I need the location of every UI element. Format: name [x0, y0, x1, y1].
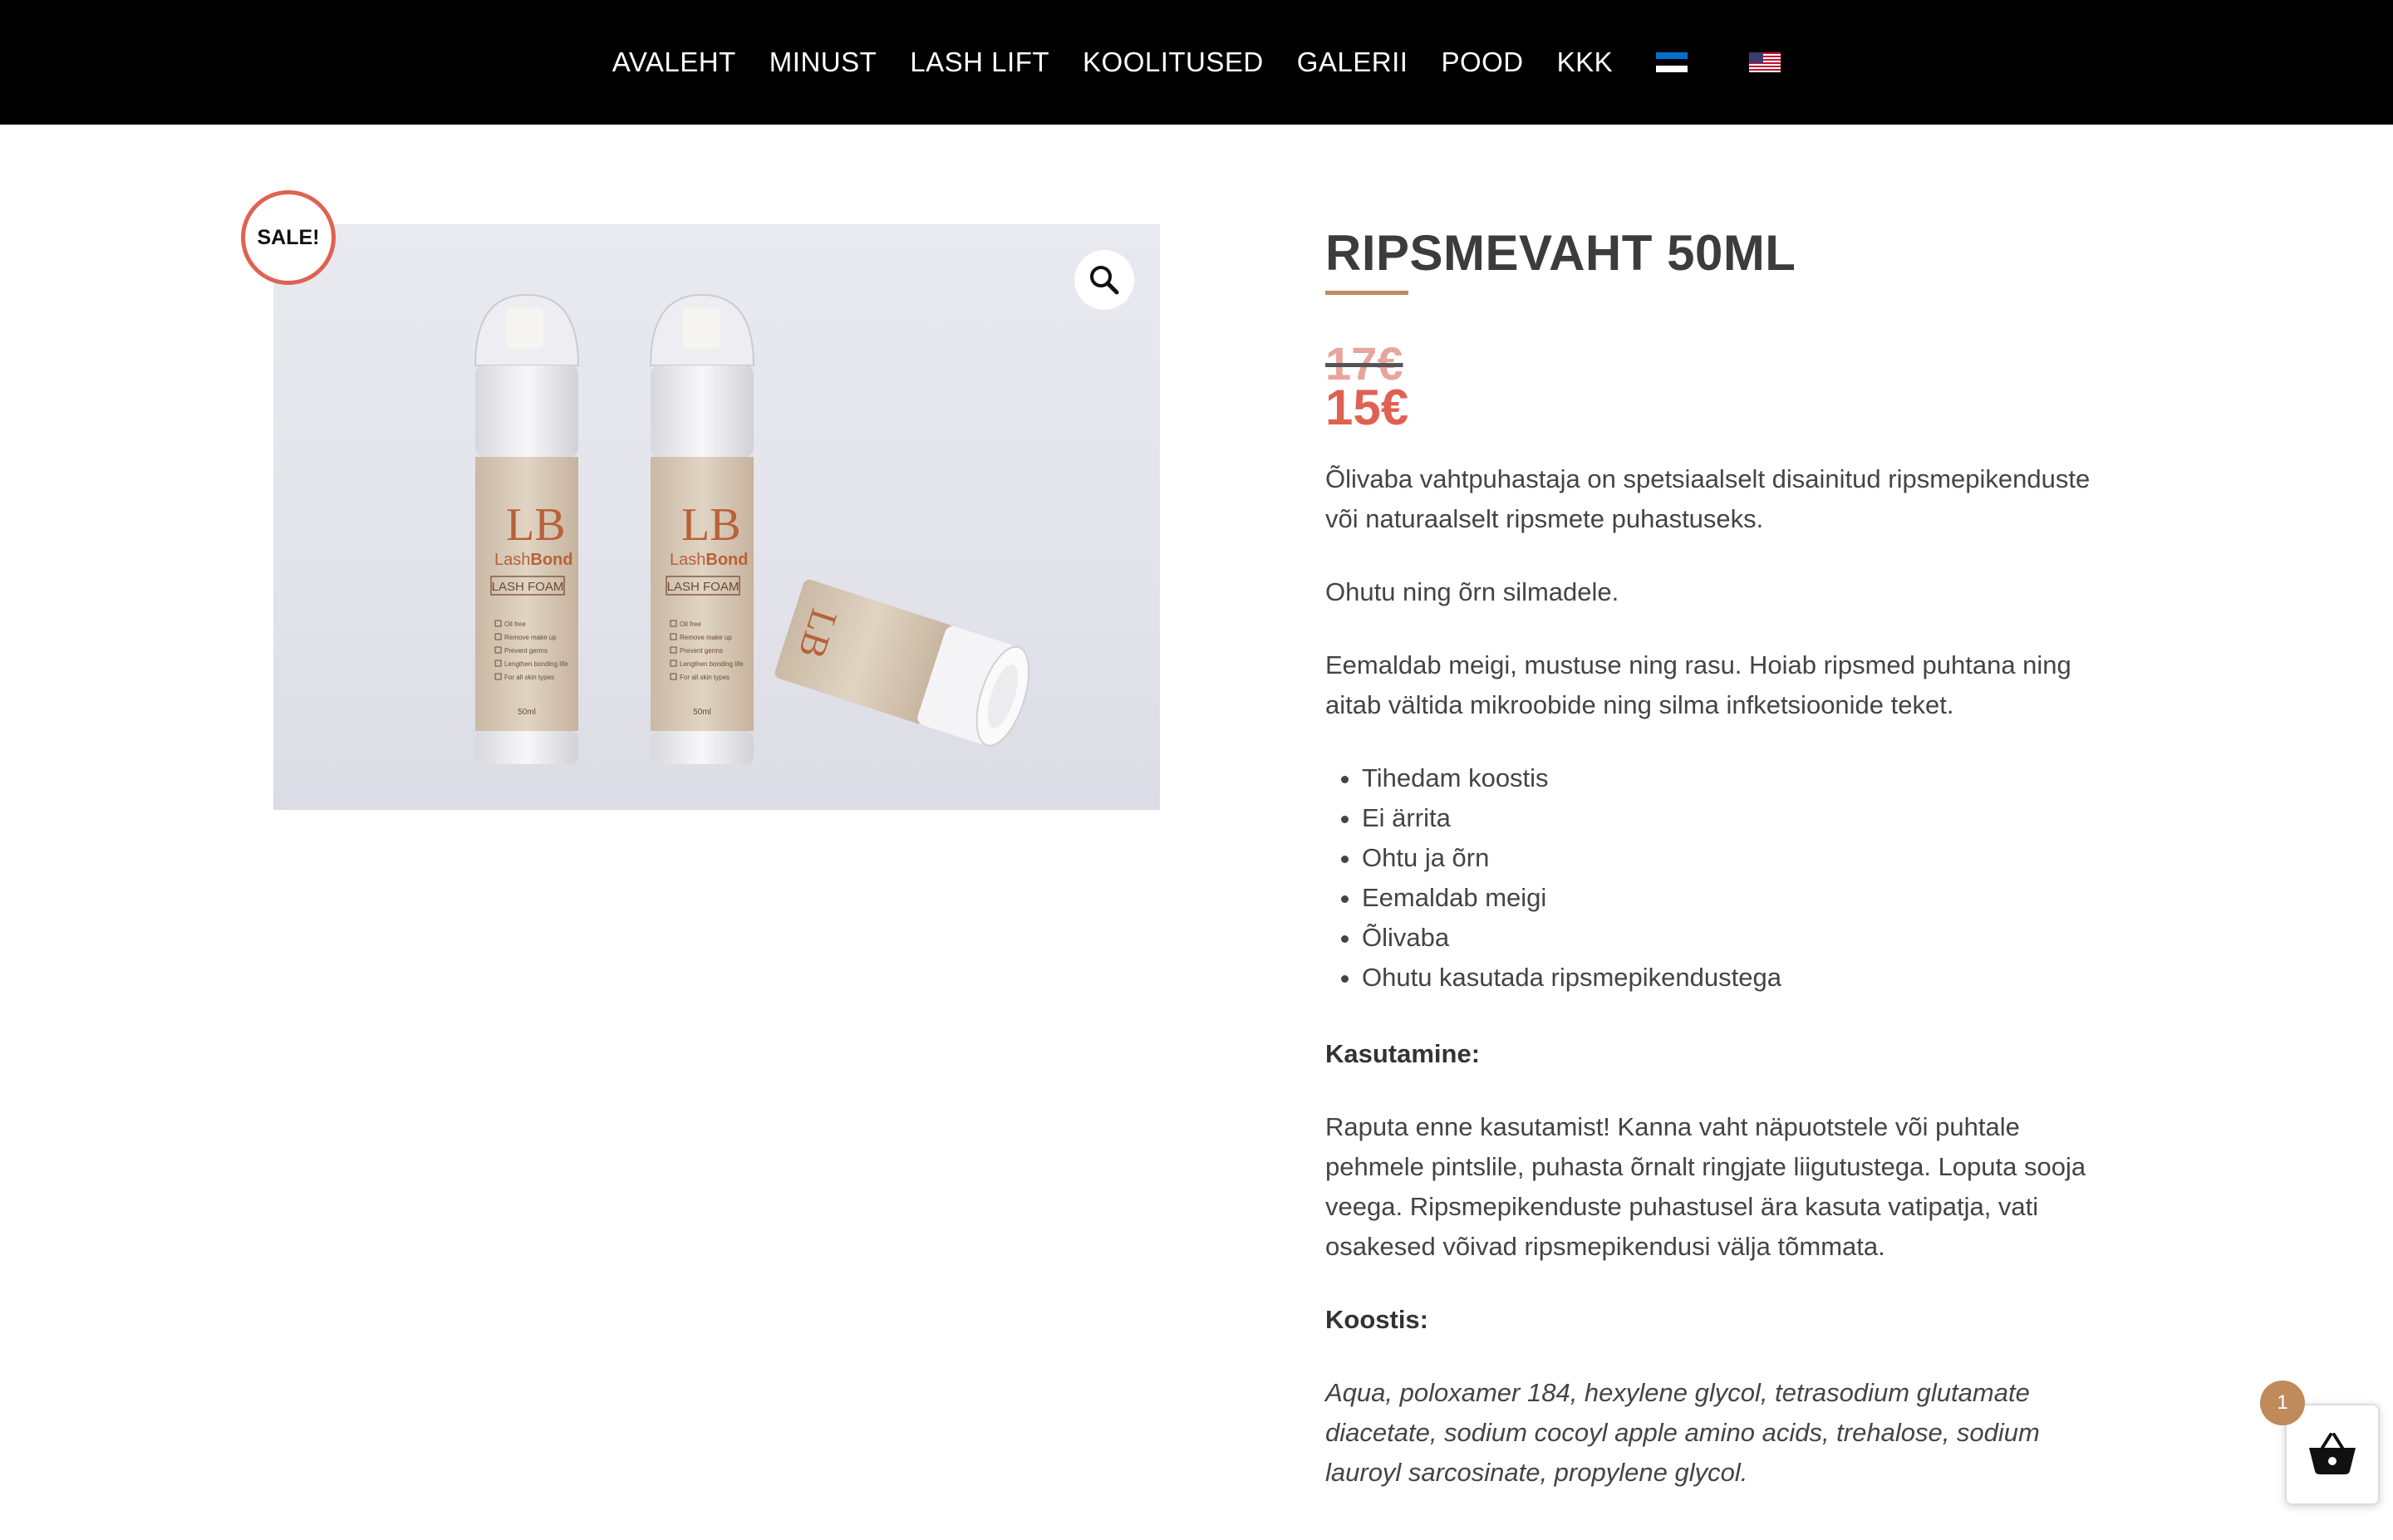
bottle-1-feature: For all skin types: [504, 674, 554, 681]
svg-text:LashBond: LashBond: [670, 551, 748, 569]
bottle-2-brand-light: Lash: [670, 551, 705, 569]
feature-list-item: Tihedam koostis: [1362, 758, 2115, 798]
usage-text: Raputa enne kasutamist! Kanna vaht näpuo…: [1325, 1112, 2086, 1261]
title-underline: [1325, 291, 1408, 295]
product-image[interactable]: LB LashBond LASH FOAM Oil free Remove ma…: [273, 224, 1160, 810]
feature-list-item: Ei ärrita: [1362, 798, 2115, 838]
cart-button[interactable]: [2285, 1404, 2380, 1505]
bottle-1: LB LashBond LASH FOAM Oil free Remove ma…: [474, 293, 580, 764]
product-summary: RIPSMEVAHT 50ML 17€ 15€ Õlivaba vahtpuha…: [1325, 224, 2115, 1526]
svg-text:LashBond: LashBond: [494, 551, 572, 569]
top-navigation-bar: AVALEHT MINUST LASH LIFT KOOLITUSED GALE…: [0, 0, 2393, 125]
bottle-2: LB LashBond LASH FOAM Oil free Remove ma…: [649, 293, 755, 764]
bottle-2-brand-bold: Bond: [705, 551, 748, 569]
bottle-1-feature: Lengthen bonding life: [504, 660, 568, 668]
feature-list-item: Ohtu ja õrn: [1362, 838, 2115, 878]
bottle-2-feature: Prevent germs: [680, 647, 723, 655]
nav-item-galerii[interactable]: GALERII: [1297, 47, 1408, 78]
bottle-1-feature: Remove make up: [504, 634, 557, 641]
description-paragraph: Eemaldab meigi, mustuse ning rasu. Hoiab…: [1325, 650, 2071, 719]
bottle-2-feature: For all skin types: [680, 674, 730, 681]
bottle-1-volume: 50ml: [518, 708, 536, 717]
nav-item-avaleht[interactable]: AVALEHT: [612, 47, 736, 78]
svg-text:LB: LB: [506, 499, 566, 551]
usage-heading: Kasutamine:: [1325, 1039, 1481, 1068]
main-menu: AVALEHT MINUST LASH LIFT KOOLITUSED GALE…: [0, 0, 2393, 125]
product-description: Õlivaba vahtpuhastaja on spetsiaalselt d…: [1325, 459, 2115, 1493]
bottle-2-feature: Oil free: [680, 620, 701, 628]
bottle-1-brand-light: Lash: [494, 551, 530, 569]
bottle-2-volume: 50ml: [693, 708, 711, 717]
nav-item-minust[interactable]: MINUST: [769, 47, 877, 78]
svg-text:LB: LB: [681, 499, 741, 551]
nav-item-lash-lift[interactable]: LASH LIFT: [910, 47, 1049, 78]
us-flag-icon[interactable]: [1749, 52, 1781, 72]
feature-list-item: Ohutu kasutada ripsmepikendustega: [1362, 958, 2115, 998]
cart-count-badge: 1: [2260, 1381, 2305, 1425]
feature-list: Tihedam koostis Ei ärrita Ohtu ja õrn Ee…: [1325, 758, 2115, 998]
zoom-icon[interactable]: [1074, 250, 1134, 310]
feature-list-item: Õlivaba: [1362, 918, 2115, 958]
nav-item-pood[interactable]: POOD: [1441, 47, 1523, 78]
ingredients-heading: Koostis:: [1325, 1305, 1428, 1334]
bottle-2-feature: Remove make up: [680, 634, 732, 641]
bottle-3: LB: [774, 579, 1030, 747]
bottle-1-feature: Prevent germs: [504, 647, 548, 655]
estonian-flag-icon[interactable]: [1656, 52, 1688, 72]
bottle-1-brand-bold: Bond: [530, 551, 572, 569]
description-paragraph: Ohutu ning õrn silmadele.: [1325, 577, 1619, 606]
bottle-1-feature: Oil free: [504, 620, 526, 628]
basket-icon: [2306, 1430, 2359, 1480]
product-title: RIPSMEVAHT 50ML: [1325, 225, 1796, 281]
feature-list-item: Eemaldab meigi: [1362, 878, 2115, 918]
sale-price: 15€: [1325, 380, 1409, 435]
nav-item-koolitused[interactable]: KOOLITUSED: [1083, 47, 1264, 78]
nav-item-kkk[interactable]: KKK: [1557, 47, 1614, 78]
sale-badge: SALE!: [241, 190, 336, 285]
ingredients-text: Aqua, poloxamer 184, hexylene glycol, te…: [1325, 1378, 2040, 1487]
bottle-2-feature: Lengthen bonding life: [680, 660, 744, 668]
description-paragraph: Õlivaba vahtpuhastaja on spetsiaalselt d…: [1325, 464, 2091, 533]
regular-price: 17€: [1325, 337, 1403, 390]
bottle-2-product-label: LASH FOAM: [667, 580, 740, 594]
bottle-1-product-label: LASH FOAM: [492, 580, 564, 594]
